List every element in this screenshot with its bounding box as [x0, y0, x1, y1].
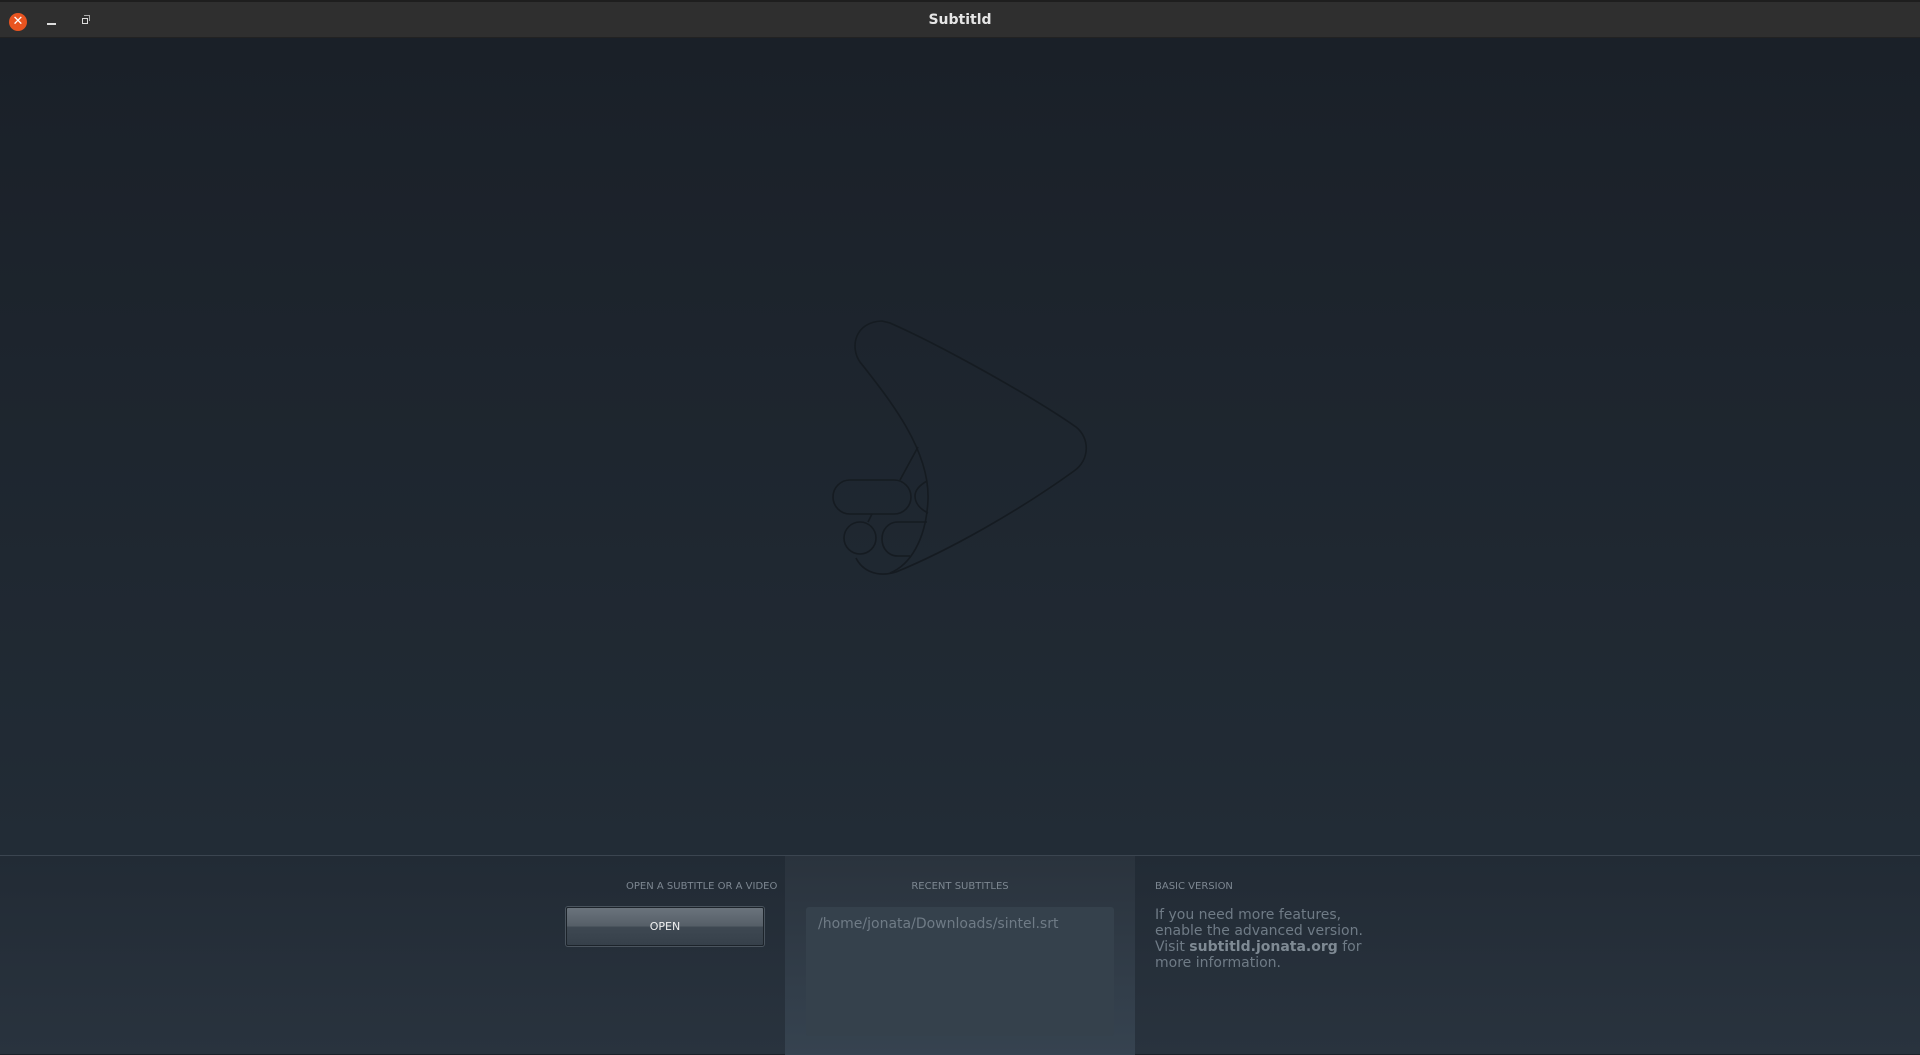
recent-subtitles-label: RECENT SUBTITLES: [911, 881, 1009, 892]
subtitld-logo-icon: [832, 320, 1088, 575]
basic-version-info: If you need more features, enable the ad…: [1155, 907, 1375, 971]
basic-version-label: BASIC VERSION: [1155, 881, 1233, 892]
window-title: Subtitld: [928, 12, 992, 28]
website-link[interactable]: subtitld.jonata.org: [1189, 939, 1337, 955]
title-bar: ✕ Subtitld: [0, 0, 1920, 38]
recent-subtitle-item[interactable]: /home/jonata/Downloads/sintel.srt: [818, 916, 1058, 932]
bottom-panel: OPEN A SUBTITLE OR A VIDEO OPEN RECENT S…: [0, 855, 1920, 1055]
open-button[interactable]: OPEN: [566, 907, 764, 946]
recent-subtitles-list[interactable]: /home/jonata/Downloads/sintel.srt: [806, 907, 1114, 1036]
recent-subtitles-panel: RECENT SUBTITLES /home/jonata/Downloads/…: [785, 856, 1135, 1055]
open-section-label: OPEN A SUBTITLE OR A VIDEO: [626, 881, 778, 892]
